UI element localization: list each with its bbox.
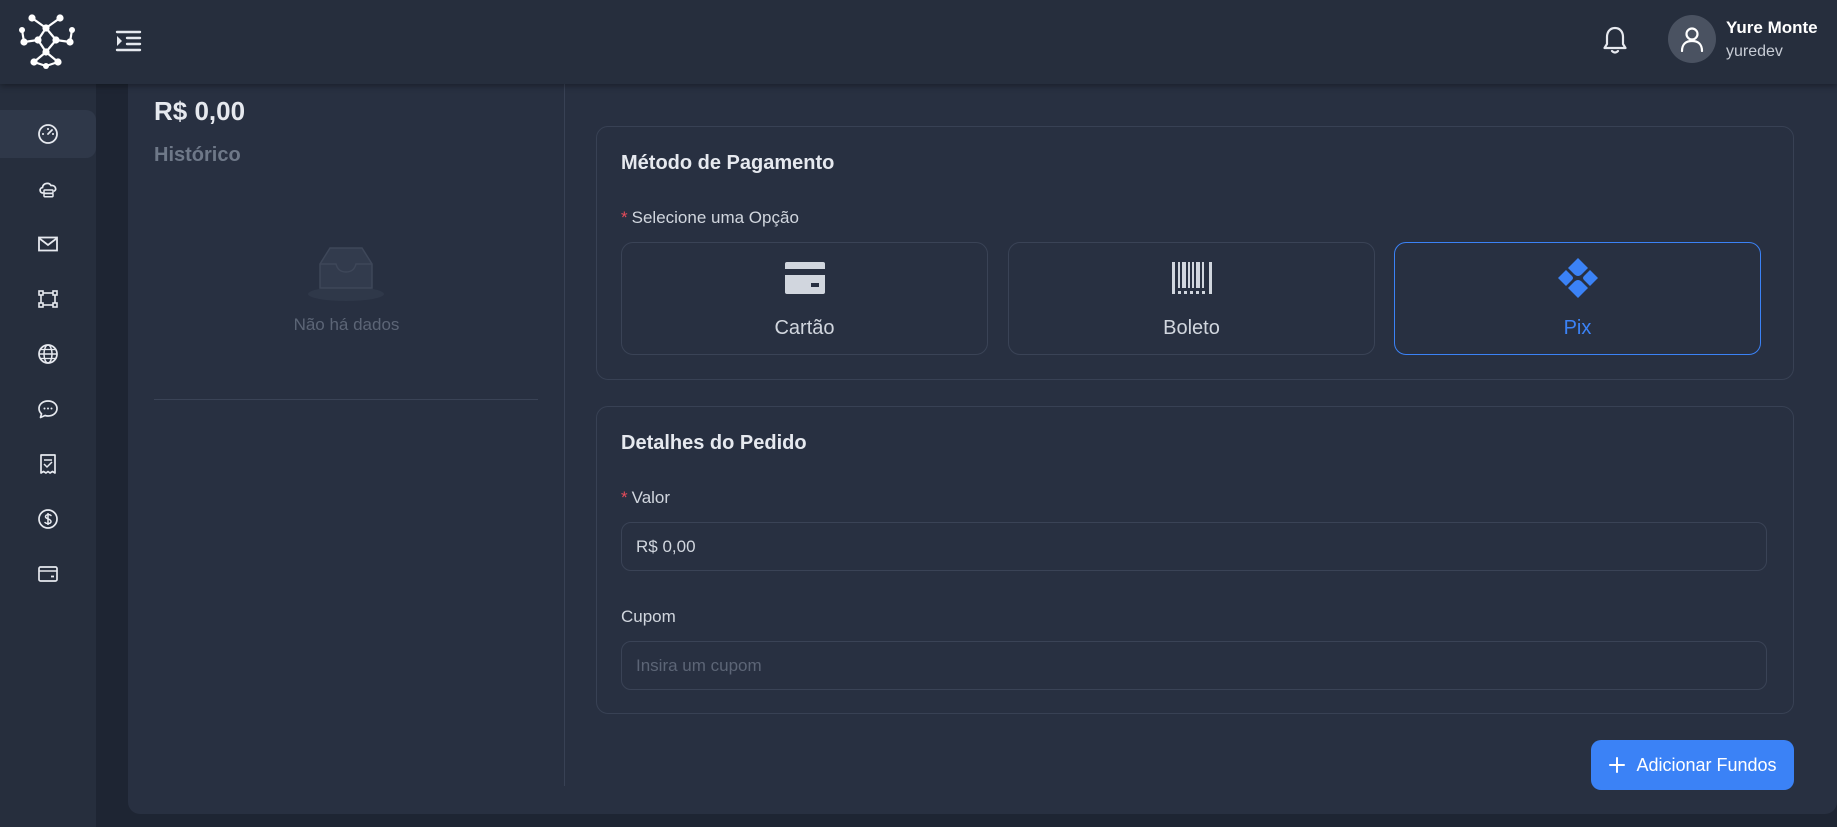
- balance-value: R$ 0,00: [154, 96, 246, 126]
- payment-option-boleto[interactable]: Boleto: [1008, 242, 1375, 355]
- top-bar: Yure Monte yuredev: [0, 0, 1837, 84]
- cloud-server-icon: [39, 182, 57, 198]
- nodes-icon: [38, 290, 58, 308]
- barcode-icon: [1171, 262, 1212, 294]
- payment-method-panel: Método de Pagamento * Selecione uma Opção…: [596, 126, 1794, 380]
- select-option-label: * Selecione uma Opção: [621, 208, 799, 228]
- payment-option-boleto-label: Boleto: [1163, 317, 1220, 339]
- wallet-icon: [38, 566, 58, 582]
- payment-option-card[interactable]: Cartão: [621, 242, 988, 355]
- empty-text: Não há dados: [293, 315, 400, 334]
- pix-icon: [1557, 258, 1598, 298]
- value-label: * Valor: [621, 488, 670, 508]
- required-mark: *: [621, 488, 628, 507]
- sidebar-item-billing[interactable]: [0, 495, 96, 543]
- credit-card-icon: [784, 262, 825, 294]
- empty-inbox-icon: [306, 244, 386, 309]
- sidebar-item-dashboard[interactable]: [0, 110, 96, 158]
- menu-unfold-icon[interactable]: [114, 27, 144, 55]
- globe-icon: [38, 344, 58, 364]
- user-name: Yure Monte: [1726, 18, 1818, 37]
- network-logo-icon[interactable]: [12, 10, 80, 70]
- receipt-icon: [40, 454, 56, 474]
- sidebar-item-nodes[interactable]: [0, 275, 96, 323]
- payment-method-title: Método de Pagamento: [621, 152, 835, 174]
- order-details-panel: Detalhes do Pedido *Valor Cupom: [596, 406, 1794, 714]
- plus-icon: [1609, 757, 1626, 773]
- sidebar-item-cloud[interactable]: [0, 165, 96, 213]
- history-title: Histórico: [154, 144, 241, 166]
- payment-option-pix-label: Pix: [1563, 317, 1592, 339]
- add-funds-button[interactable]: Adicionar Fundos: [1591, 740, 1794, 790]
- bell-icon[interactable]: [1601, 25, 1629, 55]
- payment-option-card-label: Cartão: [774, 317, 835, 339]
- sidebar-item-receipt[interactable]: [0, 440, 96, 488]
- sidebar-item-globe[interactable]: [0, 330, 96, 378]
- avatar[interactable]: [1668, 15, 1716, 63]
- sidebar: [0, 84, 96, 827]
- user-menu[interactable]: Yure Monte yuredev: [1668, 15, 1833, 65]
- user-icon: [1680, 27, 1704, 52]
- user-handle: yuredev: [1726, 43, 1783, 60]
- sidebar-item-mail[interactable]: [0, 220, 96, 268]
- main-card: R$ 0,00 Histórico Não há dados Método de…: [128, 84, 1837, 814]
- balance-column: R$ 0,00 Histórico Não há dados: [128, 84, 565, 786]
- sidebar-item-chat[interactable]: [0, 385, 96, 433]
- add-funds-label: Adicionar Fundos: [1636, 754, 1777, 775]
- coupon-input[interactable]: [621, 641, 1767, 690]
- mail-icon: [38, 236, 58, 252]
- chat-icon: [38, 400, 58, 419]
- dashboard-icon: [38, 124, 58, 144]
- order-details-title: Detalhes do Pedido: [621, 432, 807, 454]
- required-mark: *: [621, 208, 628, 227]
- value-input[interactable]: [621, 522, 1767, 571]
- divider: [154, 399, 538, 400]
- dollar-icon: [38, 509, 58, 529]
- sidebar-item-wallet[interactable]: [0, 550, 96, 598]
- payment-option-pix[interactable]: Pix: [1394, 242, 1761, 355]
- select-option-text: Selecione uma Opção: [631, 208, 799, 227]
- value-label-text: Valor: [631, 488, 671, 507]
- coupon-label: Cupom: [621, 607, 676, 626]
